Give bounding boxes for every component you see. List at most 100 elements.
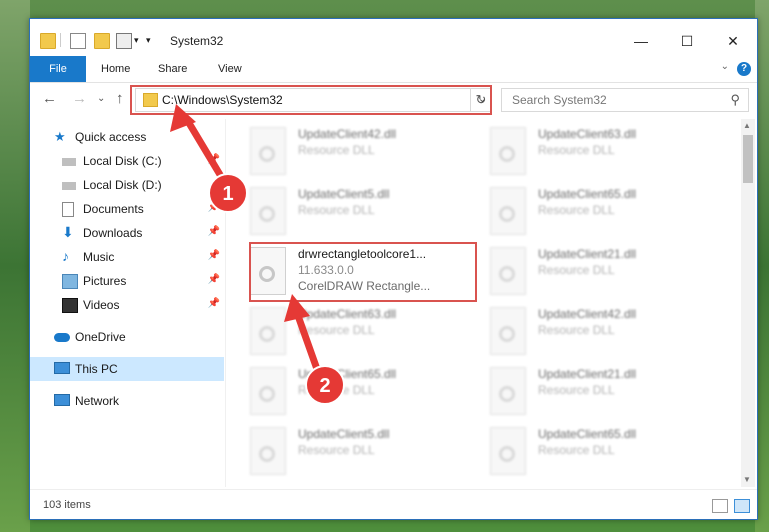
- navigation-pane: ★ Quick access Local Disk (C:) 📌 Local D…: [30, 119, 226, 487]
- file-name: UpdateClient42.dll: [298, 127, 397, 141]
- tab-share[interactable]: Share: [158, 56, 187, 82]
- sidebar-item-documents[interactable]: Documents 📌: [30, 197, 224, 221]
- up-arrow-icon[interactable]: ↑: [116, 90, 124, 107]
- file-tile[interactable]: UpdateClient5.dll Resource DLL: [230, 423, 460, 479]
- pin-icon[interactable]: 📌: [208, 202, 220, 213]
- file-description: Resource DLL: [538, 203, 615, 217]
- scroll-up-icon[interactable]: ▲: [743, 121, 751, 130]
- file-tile[interactable]: UpdateClient5.dll Resource DLL: [230, 183, 460, 239]
- explorer-window: ▾ ▾ System32 — ☐ ✕ File Home Share View …: [29, 18, 758, 520]
- file-tile[interactable]: UpdateClient65.dll Resource DLL: [470, 183, 700, 239]
- customize-icon[interactable]: [116, 33, 132, 49]
- tab-file[interactable]: File: [30, 56, 86, 82]
- sidebar-item-label: Documents: [83, 202, 144, 216]
- music-icon: ♪: [62, 248, 69, 264]
- tab-view[interactable]: View: [218, 56, 242, 82]
- dll-file-icon: [490, 307, 526, 355]
- dll-file-icon: [490, 127, 526, 175]
- document-icon: [62, 202, 74, 217]
- sidebar-item-label: This PC: [75, 362, 118, 376]
- close-button[interactable]: ✕: [710, 27, 756, 55]
- sidebar-item-onedrive[interactable]: OneDrive: [30, 325, 224, 349]
- sidebar-item-label: Local Disk (C:): [83, 154, 162, 168]
- maximize-button[interactable]: ☐: [664, 27, 710, 55]
- sidebar-item-label: Network: [75, 394, 120, 408]
- scroll-down-icon[interactable]: ▼: [743, 475, 751, 484]
- sidebar-item-pictures[interactable]: Pictures 📌: [30, 269, 224, 293]
- dll-file-icon: [490, 427, 526, 475]
- search-placeholder: Search System32: [512, 93, 607, 107]
- recent-locations-icon[interactable]: ⌄: [97, 93, 105, 104]
- sidebar-item-label: Music: [83, 250, 115, 264]
- new-folder-icon[interactable]: [94, 33, 110, 49]
- pictures-icon: [62, 274, 78, 289]
- file-description: Resource DLL: [538, 443, 615, 457]
- dll-file-icon: [490, 247, 526, 295]
- tiles-view-icon[interactable]: [734, 499, 750, 513]
- file-tile[interactable]: UpdateClient63.dll Resource DLL: [470, 123, 700, 179]
- file-name: UpdateClient65.dll: [538, 187, 637, 201]
- file-highlight-box: [249, 242, 477, 302]
- sidebar-item-label: Pictures: [83, 274, 127, 288]
- search-icon: ⚲: [730, 92, 740, 107]
- title-bar: ▾ ▾ System32 — ☐ ✕: [30, 19, 757, 55]
- vertical-scrollbar[interactable]: ▲ ▼: [741, 119, 755, 487]
- network-icon: [54, 394, 70, 406]
- pin-icon[interactable]: 📌: [208, 298, 220, 309]
- sidebar-item-label: Quick access: [75, 130, 147, 144]
- dll-file-icon: [250, 367, 286, 415]
- file-name: UpdateClient21.dll: [538, 247, 637, 261]
- quick-toolbar-dropdown-icon[interactable]: ▾: [146, 33, 160, 47]
- file-tile[interactable]: UpdateClient42.dll Resource DLL: [230, 123, 460, 179]
- file-description: Resource DLL: [538, 323, 615, 337]
- sidebar-item-music[interactable]: ♪ Music 📌: [30, 245, 224, 269]
- back-arrow-icon[interactable]: ←: [42, 90, 57, 107]
- file-tile[interactable]: UpdateClient65.dll Resource DLL: [230, 363, 460, 419]
- file-list: UpdateClient42.dll Resource DLL UpdateCli…: [230, 119, 740, 487]
- sidebar-item-videos[interactable]: Videos 📌: [30, 293, 224, 317]
- folder-icon: [40, 33, 56, 49]
- dll-file-icon: [250, 427, 286, 475]
- sidebar-item-downloads[interactable]: ⬇ Downloads 📌: [30, 221, 224, 245]
- dll-file-icon: [250, 187, 286, 235]
- window-title: System32: [170, 34, 224, 48]
- pin-icon[interactable]: 📌: [208, 274, 220, 285]
- sidebar-item-local-disk-c[interactable]: Local Disk (C:) 📌: [30, 149, 224, 173]
- file-tile[interactable]: UpdateClient63.dll Resource DLL: [230, 303, 460, 359]
- file-tile[interactable]: UpdateClient65.dll Resource DLL: [470, 423, 700, 479]
- file-description: Resource DLL: [298, 383, 375, 397]
- details-view-icon[interactable]: [712, 499, 728, 513]
- scroll-thumb[interactable]: [743, 135, 753, 183]
- sidebar-item-label: Downloads: [83, 226, 143, 240]
- pin-icon[interactable]: 📌: [208, 154, 220, 165]
- sidebar-item-this-pc[interactable]: This PC: [30, 357, 224, 381]
- file-name: UpdateClient5.dll: [298, 427, 390, 441]
- tab-home[interactable]: Home: [101, 56, 130, 82]
- file-tile[interactable]: UpdateClient21.dll Resource DLL: [470, 243, 700, 299]
- status-bar: 103 items: [30, 489, 757, 520]
- file-description: Resource DLL: [298, 203, 375, 217]
- file-name: UpdateClient65.dll: [538, 427, 637, 441]
- pin-icon[interactable]: 📌: [208, 226, 220, 237]
- forward-arrow-icon[interactable]: →: [72, 90, 87, 107]
- file-tile[interactable]: UpdateClient21.dll Resource DLL: [470, 363, 700, 419]
- sidebar-item-quick-access[interactable]: ★ Quick access: [30, 125, 224, 149]
- minimize-button[interactable]: —: [618, 27, 664, 55]
- sidebar-item-local-disk-d[interactable]: Local Disk (D:): [30, 173, 224, 197]
- file-description: Resource DLL: [298, 323, 375, 337]
- file-tile[interactable]: UpdateClient42.dll Resource DLL: [470, 303, 700, 359]
- drive-icon: [62, 158, 76, 166]
- file-name: UpdateClient21.dll: [538, 367, 637, 381]
- properties-icon[interactable]: [70, 33, 86, 49]
- file-description: Resource DLL: [538, 143, 615, 157]
- computer-icon: [54, 362, 70, 374]
- help-icon[interactable]: ?: [737, 62, 751, 76]
- dll-file-icon: [250, 307, 286, 355]
- file-name: UpdateClient5.dll: [298, 187, 390, 201]
- pin-icon[interactable]: 📌: [208, 250, 220, 261]
- search-input[interactable]: Search System32 ⚲: [501, 88, 749, 112]
- dll-file-icon: [490, 187, 526, 235]
- chevron-down-icon[interactable]: ⌄: [721, 61, 729, 72]
- address-highlight-box: [130, 85, 492, 115]
- sidebar-item-network[interactable]: Network: [30, 389, 224, 413]
